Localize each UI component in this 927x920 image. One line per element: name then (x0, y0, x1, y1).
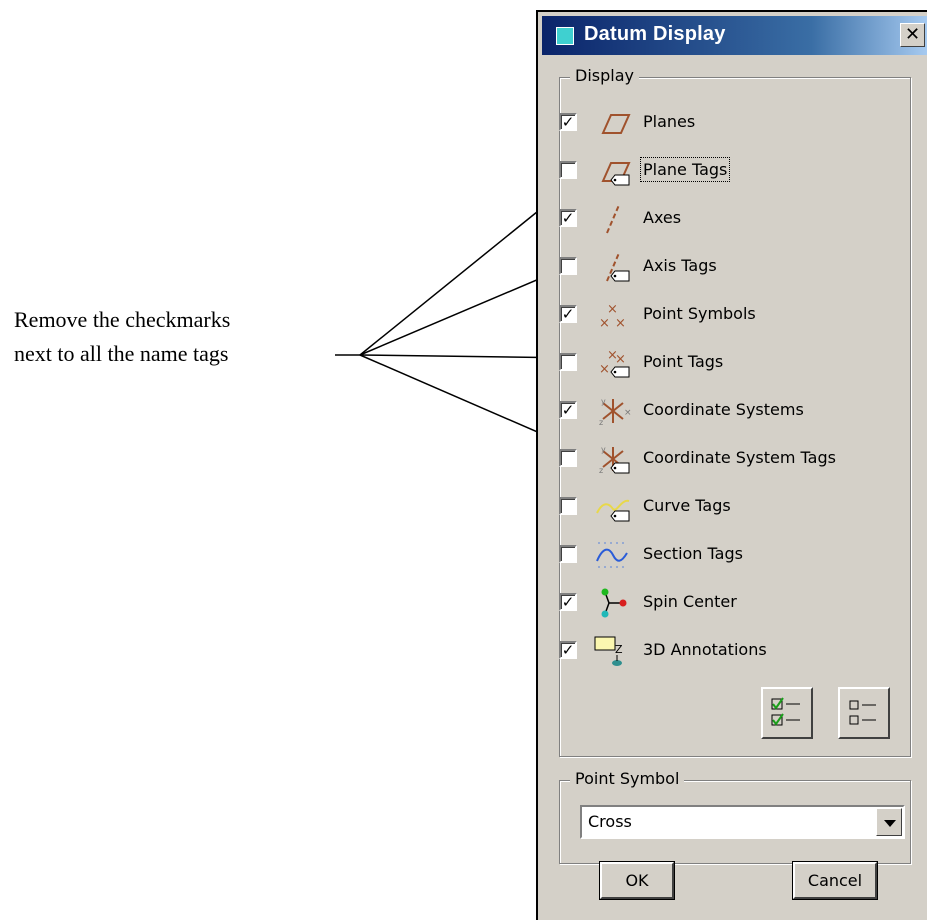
svg-text:z: z (599, 418, 603, 427)
point-symbols-checkbox[interactable]: ✓ (559, 305, 577, 323)
option-plane-tags[interactable]: Plane Tags (559, 155, 879, 191)
axes-checkbox[interactable]: ✓ (559, 209, 577, 227)
point-symbols-label: Point Symbols (643, 304, 756, 323)
svg-text:y: y (601, 397, 606, 406)
annotation-line-1: Remove the checkmarks (14, 307, 231, 332)
option-axes[interactable]: ✓ Axes (559, 203, 879, 239)
datum-display-dialog: Datum Display ✕ Display ✓ Planes Plane T… (536, 10, 927, 920)
plane-tags-checkbox[interactable] (559, 161, 577, 179)
option-point-tags[interactable]: × × × Point Tags (559, 347, 879, 383)
coordinate-system-icon: y z × (599, 397, 632, 427)
point-tag-icon: × × × (599, 348, 630, 378)
close-button[interactable]: ✕ (900, 23, 925, 47)
option-curve-tags[interactable]: Curve Tags (559, 491, 879, 527)
svg-text:×: × (615, 352, 626, 367)
svg-text:y: y (601, 445, 606, 454)
option-3d-annotations[interactable]: ✓ Z 3D Annotations (559, 635, 879, 671)
spin-center-checkbox[interactable]: ✓ (559, 593, 577, 611)
coordinate-system-tags-checkbox[interactable] (559, 449, 577, 467)
3d-annotations-icon: Z (594, 636, 623, 666)
curve-tags-label: Curve Tags (643, 496, 731, 515)
curve-tag-icon (596, 499, 630, 522)
svg-text:z: z (599, 466, 603, 475)
option-axis-tags[interactable]: Axis Tags (559, 251, 879, 287)
coordinate-system-tag-icon: y z (599, 445, 630, 475)
coordinate-systems-checkbox[interactable]: ✓ (559, 401, 577, 419)
cancel-button[interactable]: Cancel (793, 862, 877, 899)
plane-tags-label: Plane Tags (639, 157, 731, 182)
point-symbol-select[interactable]: Cross (580, 805, 905, 839)
svg-text:×: × (599, 316, 610, 331)
option-section-tags[interactable]: Section Tags (559, 539, 879, 575)
instruction-annotation: Remove the checkmarks next to all the na… (14, 303, 230, 371)
plane-icon (601, 114, 631, 134)
section-tags-checkbox[interactable] (559, 545, 577, 563)
option-planes[interactable]: ✓ Planes (559, 107, 879, 143)
dialog-title: Datum Display (584, 23, 726, 45)
window-icon (556, 27, 574, 45)
planes-label: Planes (643, 112, 696, 131)
option-spin-center[interactable]: ✓ Spin Center (559, 587, 879, 623)
spin-center-label: Spin Center (643, 592, 737, 611)
point-tags-label: Point Tags (643, 352, 724, 371)
point-symbols-icon: × × × (599, 302, 626, 331)
title-bar[interactable]: Datum Display ✕ (542, 16, 927, 55)
axis-tags-label: Axis Tags (643, 256, 717, 275)
uncheck-all-icon (849, 700, 876, 725)
coordinate-system-tags-label: Coordinate System Tags (643, 448, 836, 467)
display-group-label: Display (570, 66, 639, 85)
svg-text:×: × (624, 408, 632, 418)
axis-icon (606, 204, 620, 234)
option-coordinate-systems[interactable]: ✓ y z × Coordinate Systems (559, 395, 879, 431)
svg-text:×: × (599, 362, 610, 377)
svg-text:Z: Z (615, 643, 623, 656)
svg-text:×: × (607, 302, 618, 317)
point-tags-checkbox[interactable] (559, 353, 577, 371)
point-symbol-value: Cross (588, 812, 632, 831)
coordinate-systems-label: Coordinate Systems (643, 400, 804, 419)
3d-annotations-checkbox[interactable]: ✓ (559, 641, 577, 659)
planes-checkbox[interactable]: ✓ (559, 113, 577, 131)
section-tags-label: Section Tags (643, 544, 743, 563)
option-coordinate-system-tags[interactable]: y z Coordinate System Tags (559, 443, 879, 479)
axis-tag-icon (606, 252, 630, 282)
annotation-line-2: next to all the name tags (14, 341, 229, 366)
axis-tags-checkbox[interactable] (559, 257, 577, 275)
axes-label: Axes (643, 208, 682, 227)
spin-center-icon (601, 588, 627, 618)
point-symbol-group-label: Point Symbol (570, 769, 685, 788)
plane-tag-icon (601, 162, 631, 186)
option-point-symbols[interactable]: ✓ × × × Point Symbols (559, 299, 879, 335)
section-tag-icon (596, 542, 628, 568)
svg-text:×: × (615, 316, 626, 331)
check-all-icon (771, 697, 800, 726)
dropdown-arrow-icon[interactable] (876, 808, 902, 836)
curve-tags-checkbox[interactable] (559, 497, 577, 515)
ok-button[interactable]: OK (600, 862, 674, 899)
3d-annotations-label: 3D Annotations (643, 640, 767, 659)
uncheck-all-button[interactable] (838, 687, 890, 739)
check-all-button[interactable] (761, 687, 813, 739)
